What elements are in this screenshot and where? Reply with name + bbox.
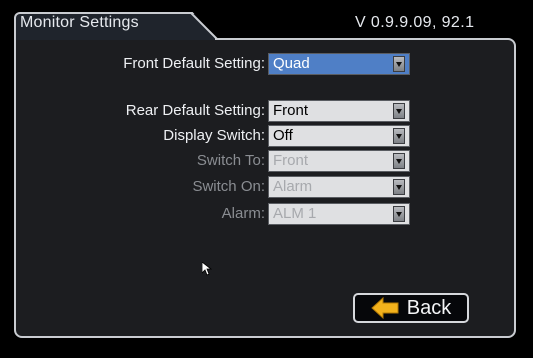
setting-label: Front Default Setting: bbox=[123, 55, 265, 72]
setting-label: Alarm: bbox=[221, 205, 265, 222]
switch-on-select: Alarm bbox=[268, 176, 410, 198]
select-value: Front bbox=[273, 152, 309, 169]
setting-label: Switch To: bbox=[196, 152, 265, 169]
alarm-select: ALM 1 bbox=[268, 203, 410, 225]
select-value: Alarm bbox=[273, 178, 313, 195]
switch-to-select: Front bbox=[268, 150, 410, 172]
setting-row-alarm: Alarm: ALM 1 bbox=[0, 203, 533, 225]
mouse-pointer-icon bbox=[202, 262, 212, 276]
setting-row-switch-on: Switch On: Alarm bbox=[0, 176, 533, 198]
page-title: Monitor Settings bbox=[20, 14, 139, 31]
select-value: Off bbox=[273, 127, 293, 144]
setting-row-display-switch: Display Switch: Off bbox=[0, 125, 533, 147]
arrow-left-icon bbox=[371, 297, 399, 319]
dropdown-arrow-icon[interactable] bbox=[393, 56, 405, 72]
setting-row-front-default: Front Default Setting: Quad bbox=[0, 53, 533, 75]
rear-default-select[interactable]: Front bbox=[268, 100, 410, 122]
dropdown-arrow-icon[interactable] bbox=[393, 128, 405, 144]
select-value: ALM 1 bbox=[273, 205, 317, 222]
dropdown-arrow-icon[interactable] bbox=[393, 103, 405, 119]
back-button[interactable]: Back bbox=[353, 293, 469, 323]
version-label: V 0.9.9.09, 92.1 bbox=[355, 14, 475, 31]
select-value: Front bbox=[273, 102, 309, 119]
setting-label: Switch On: bbox=[192, 178, 265, 195]
display-switch-select[interactable]: Off bbox=[268, 125, 410, 147]
dropdown-arrow-icon bbox=[393, 153, 405, 169]
dropdown-arrow-icon bbox=[393, 206, 405, 222]
back-button-label: Back bbox=[406, 296, 452, 319]
select-value: Quad bbox=[273, 55, 310, 72]
setting-row-rear-default: Rear Default Setting: Front bbox=[0, 100, 533, 122]
setting-row-switch-to: Switch To: Front bbox=[0, 150, 533, 172]
dropdown-arrow-icon bbox=[393, 179, 405, 195]
monitor-settings-screen: Monitor Settings V 0.9.9.09, 92.1 Front … bbox=[0, 0, 533, 358]
setting-label: Display Switch: bbox=[163, 127, 265, 144]
setting-label: Rear Default Setting: bbox=[125, 102, 265, 119]
front-default-select[interactable]: Quad bbox=[268, 53, 410, 75]
